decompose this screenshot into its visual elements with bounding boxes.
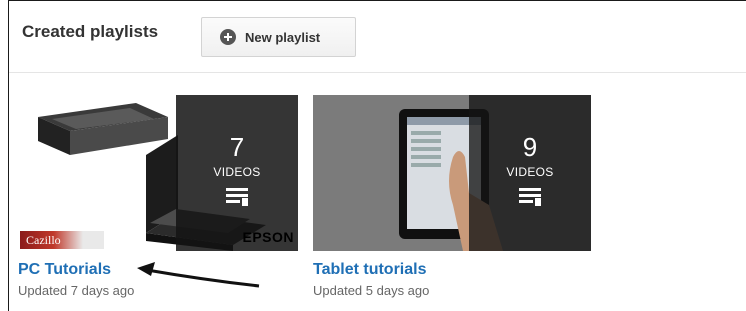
video-count: 7 (229, 132, 245, 162)
new-playlist-label: New playlist (245, 29, 321, 45)
playlist-overlay: 7 VIDEOS (176, 95, 298, 251)
playlist-icon (519, 188, 541, 206)
playlists-panel: Created playlists New playlist 7 VIDEOS … (0, 0, 746, 311)
videos-label: VIDEOS (213, 165, 261, 179)
brand-watermark: Cazillo (20, 231, 104, 249)
playlist-thumbnail[interactable]: 7 VIDEOS EPSON Cazillo (18, 95, 298, 251)
playlists-header: Created playlists New playlist (9, 1, 746, 73)
playlist-card-tablet-tutorials: 9 VIDEOS Tablet tutorials Updated 5 days… (313, 95, 593, 298)
playlist-thumbnail[interactable]: 9 VIDEOS (313, 95, 591, 251)
brand-text: Cazillo (26, 232, 61, 247)
arrow-icon (137, 262, 260, 288)
playlist-updated: Updated 5 days ago (313, 283, 430, 298)
videos-label: VIDEOS (506, 165, 554, 179)
video-count: 9 (522, 132, 538, 162)
plus-circle-icon (220, 29, 236, 45)
playlist-overlay: 9 VIDEOS (469, 95, 591, 251)
product-logo: EPSON (242, 229, 294, 245)
new-playlist-button[interactable]: New playlist (201, 17, 356, 57)
playlist-title-link[interactable]: Tablet tutorials (313, 261, 593, 279)
section-title: Created playlists (22, 22, 159, 41)
playlist-icon (226, 188, 248, 206)
